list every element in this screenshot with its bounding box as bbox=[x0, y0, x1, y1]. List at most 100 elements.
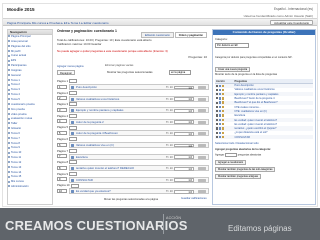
select-checkbox[interactable] bbox=[216, 135, 219, 139]
page-move-select[interactable] bbox=[69, 160, 78, 165]
site-title[interactable]: Moodle 2015 bbox=[7, 7, 35, 12]
question-actions-icon[interactable] bbox=[198, 167, 206, 171]
question-row[interactable]: CONSULTAR Tt: 10 1.0 bbox=[69, 176, 209, 183]
question-actions-icon[interactable] bbox=[198, 132, 206, 136]
select-checkbox[interactable] bbox=[216, 118, 219, 121]
question-position-input[interactable]: 6 bbox=[57, 142, 67, 147]
update-quiz-button[interactable]: Actualizar este Cuestionario bbox=[270, 20, 313, 25]
question-actions-icon[interactable] bbox=[198, 178, 206, 182]
save-grades-button[interactable]: Guardar calificaciones bbox=[181, 197, 207, 200]
page-move-select[interactable] bbox=[69, 102, 78, 107]
select-checkbox[interactable] bbox=[216, 131, 219, 134]
edit-icon[interactable] bbox=[222, 92, 225, 96]
edit-icon[interactable] bbox=[222, 105, 225, 109]
question-row[interactable]: Ejemplo y nombre pantano y capitales Tt: … bbox=[69, 107, 209, 114]
page-move-select[interactable] bbox=[69, 125, 78, 130]
bank-row[interactable]: CONSULTAR bbox=[215, 135, 313, 140]
question-title[interactable]: Escultura bbox=[76, 155, 88, 160]
question-position-input[interactable]: 8 bbox=[57, 165, 67, 170]
select-checkbox[interactable] bbox=[216, 92, 219, 96]
edit-icon[interactable] bbox=[222, 110, 225, 113]
select-checkbox[interactable] bbox=[216, 127, 219, 130]
bank-title[interactable]: Contenido del banco de preguntas (Oculta… bbox=[213, 30, 315, 35]
question-grade-input[interactable]: 1.0 bbox=[174, 189, 194, 194]
question-title[interactable]: Valores cualitativos unos histéricos bbox=[76, 97, 119, 102]
new-question-button[interactable]: Crear una nueva pregunta bbox=[215, 67, 251, 72]
question-actions-icon[interactable] bbox=[198, 144, 206, 147]
question-grade-input[interactable]: 1.0 bbox=[174, 120, 194, 124]
question-position-input[interactable]: 10 bbox=[57, 188, 67, 193]
nav-item[interactable]: Administración bbox=[8, 185, 52, 190]
question-grade-input[interactable]: 1.0 bbox=[174, 166, 194, 171]
random-count-select[interactable] bbox=[224, 153, 237, 157]
edit-icon[interactable] bbox=[222, 97, 225, 100]
show-question-text-option[interactable]: Mostrar texto de la pregunta en la lista… bbox=[215, 73, 277, 76]
select-checkbox[interactable] bbox=[216, 123, 219, 126]
question-title[interactable]: Ejemplo y nombre pantano y capitales bbox=[76, 108, 123, 113]
question-grade-input[interactable]: 1.0 bbox=[174, 108, 194, 113]
page-move-select[interactable] bbox=[69, 79, 78, 84]
question-actions-icon[interactable] bbox=[198, 120, 206, 124]
edit-icon[interactable] bbox=[222, 118, 225, 122]
select-all-link[interactable]: Seleccionar todo / Deseleccionar todo bbox=[215, 142, 259, 145]
edit-icon[interactable] bbox=[222, 84, 225, 87]
tab-order-paging[interactable]: Orden y paginación bbox=[174, 32, 207, 38]
question-row[interactable]: tentativo quién inventó el teléfono? DER… bbox=[69, 165, 209, 172]
show-old-questions-toggle[interactable]: Mostrar también preguntas antiguas bbox=[215, 174, 262, 179]
question-actions-icon[interactable] bbox=[198, 97, 206, 101]
question-title[interactable]: Autor de la pregunta 2 bbox=[76, 120, 104, 125]
question-title[interactable]: Es verdad que ya estamos? bbox=[76, 189, 111, 194]
question-title[interactable]: Autor de la pregunta 4 Beethoven bbox=[76, 131, 118, 136]
question-row[interactable]: Es verdad que ya estamos? Tt: 10 1.0 bbox=[69, 188, 209, 195]
question-grade-input[interactable]: 1.0 bbox=[174, 178, 194, 182]
add-page-link[interactable]: Agregar nueva página bbox=[57, 65, 83, 68]
question-row[interactable]: Escultura Tt: 10 1.0 bbox=[69, 153, 209, 160]
question-title[interactable]: Valores cualitativos vive en (Ir) bbox=[76, 143, 114, 148]
question-grade-input[interactable]: 1.0 bbox=[174, 97, 194, 101]
question-position-input[interactable]: 3 bbox=[57, 107, 67, 112]
edit-icon[interactable] bbox=[222, 114, 225, 117]
select-checkbox[interactable] bbox=[216, 101, 219, 104]
bank-question-name[interactable]: CONSULTAR bbox=[233, 135, 313, 140]
page-move-select[interactable] bbox=[69, 172, 78, 177]
question-actions-icon[interactable] bbox=[198, 190, 206, 194]
question-position-input[interactable]: 7 bbox=[57, 154, 67, 159]
question-title[interactable]: tentativo quién inventó el teléfono? DER… bbox=[76, 166, 134, 171]
question-position-input[interactable]: 4 bbox=[57, 119, 67, 124]
page-move-select[interactable] bbox=[69, 90, 78, 95]
question-row[interactable]: Valores cualitativos vive en (Ir) Tt: 10 1… bbox=[69, 142, 209, 148]
select-checkbox[interactable] bbox=[216, 97, 219, 100]
category-select[interactable]: Por defecto en EF bbox=[215, 43, 249, 48]
select-checkbox[interactable] bbox=[216, 105, 219, 109]
edit-icon[interactable] bbox=[222, 122, 225, 126]
question-grade-input[interactable]: 1.0 bbox=[174, 143, 194, 148]
repaginate-button[interactable]: Repaginar bbox=[57, 70, 75, 75]
edit-icon[interactable] bbox=[222, 135, 225, 139]
edit-icon[interactable] bbox=[222, 131, 225, 134]
add-to-quiz-button[interactable]: Agregar a cuestionario bbox=[215, 160, 247, 165]
question-row[interactable]: Valores cualitativos unos histéricos Tt: … bbox=[69, 95, 209, 102]
remove-empty-pages-link[interactable]: Eliminar páginas vacías bbox=[105, 64, 133, 67]
show-subcategories-toggle[interactable]: Mostrar también preguntas de las sub-cat… bbox=[215, 167, 276, 172]
page-move-select[interactable] bbox=[69, 114, 78, 119]
select-checkbox[interactable] bbox=[216, 84, 219, 87]
page-move-select[interactable] bbox=[69, 148, 78, 153]
edit-icon[interactable] bbox=[222, 88, 225, 91]
question-title[interactable]: CONSULTAR bbox=[76, 178, 93, 183]
question-grade-input[interactable]: 1.0 bbox=[174, 131, 194, 136]
question-position-input[interactable]: 1 bbox=[57, 84, 67, 89]
question-row[interactable]: Autor de la pregunta 2 Tt: 10 1.0 bbox=[69, 118, 209, 125]
question-actions-icon[interactable] bbox=[198, 109, 206, 113]
question-grade-input[interactable]: 1.0 bbox=[174, 85, 194, 90]
edit-icon[interactable] bbox=[222, 101, 225, 104]
page-move-select[interactable] bbox=[69, 137, 78, 142]
question-title[interactable]: Puro descripción bbox=[76, 85, 97, 90]
question-row[interactable]: Autor de la pregunta 4 Beethoven Tt: 10 1.… bbox=[69, 130, 209, 137]
question-row[interactable]: Puro descripción Tt: 10 1.0 bbox=[69, 84, 209, 90]
edit-icon[interactable] bbox=[222, 127, 225, 130]
page-select[interactable]: en la página bbox=[169, 70, 191, 75]
select-checkbox[interactable] bbox=[216, 110, 219, 113]
page-move-select[interactable] bbox=[70, 183, 79, 188]
select-checkbox[interactable] bbox=[216, 114, 219, 117]
question-position-input[interactable]: 5 bbox=[57, 130, 67, 135]
